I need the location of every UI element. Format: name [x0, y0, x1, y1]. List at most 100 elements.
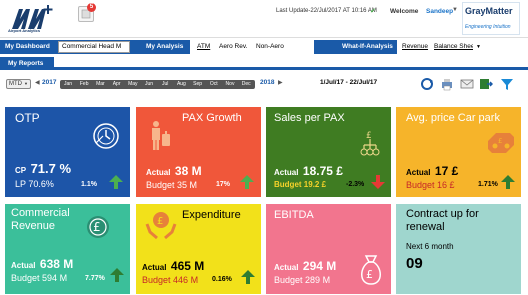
- budget-label: Budget: [274, 275, 303, 285]
- actual-label: Actual: [274, 168, 299, 177]
- month-sep[interactable]: Sep: [190, 80, 206, 89]
- lp-value: 70.6%: [28, 179, 54, 189]
- timeline-next-icon[interactable]: ▶: [278, 79, 283, 86]
- month-may[interactable]: May: [125, 80, 141, 89]
- actual-value: 465 M: [170, 259, 205, 273]
- budget-row: Budget 19.2 £: [274, 180, 326, 189]
- budget-label: Budget: [142, 275, 171, 285]
- analysis-link-nonaero[interactable]: Non-Aero: [253, 41, 287, 53]
- month-slider[interactable]: Jan Feb Mar Apr May Jun Jul Aug Sep Oct Nov Dec: [60, 80, 255, 89]
- cp-label: CP: [15, 166, 27, 175]
- username[interactable]: Sandeep: [426, 8, 453, 15]
- month-jan[interactable]: Jan: [60, 80, 76, 89]
- tile-title-line2: renewal: [406, 221, 445, 233]
- budget-value: 35 M: [177, 180, 198, 190]
- cp-row: CP 71.7 %: [15, 160, 71, 178]
- budget-row: Budget 594 M: [11, 273, 67, 283]
- month-aug[interactable]: Aug: [173, 80, 189, 89]
- graymatter-logo: GrayMatter Engineering Intuition: [462, 2, 520, 35]
- timeline-bar: MTD ▼ ◀ 2017 Jan Feb Mar Apr May Jun Jul Aug Sep O…: [0, 74, 528, 94]
- month-mar[interactable]: Mar: [92, 80, 108, 89]
- budget-value: 446 M: [173, 275, 199, 285]
- check-icon: ✔: [370, 8, 376, 15]
- month-nov[interactable]: Nov: [222, 80, 238, 89]
- car-park-price-tile[interactable]: Avg. price Car park £ Actual 17 £ Budget…: [396, 107, 521, 197]
- export-icon[interactable]: [479, 77, 494, 91]
- month-jun[interactable]: Jun: [141, 80, 157, 89]
- actual-label: Actual: [274, 263, 299, 272]
- car-price-tag-icon: £: [486, 129, 516, 160]
- last-update-text: Last Update-22/Jul/2017 AT 10:16 AM: [276, 8, 377, 14]
- money-tree-icon: £: [356, 129, 384, 162]
- tile-title: PAX Growth: [182, 112, 242, 124]
- svg-text:£: £: [498, 137, 502, 145]
- ebitda-tile[interactable]: EBITDA Actual 294 M Budget 289 M £: [266, 204, 391, 294]
- timeline-prev-icon[interactable]: ◀: [35, 79, 40, 86]
- expenditure-tile[interactable]: Expenditure £ Actual 465 M Budget 446 M …: [136, 204, 261, 294]
- app-header: Airport Analytics 5 Last Update-22/Jul/2…: [0, 0, 528, 38]
- chevron-down-icon[interactable]: ▼: [452, 7, 458, 13]
- otp-tile[interactable]: OTP CP 71.7 % LP 70.6% 1.1%: [5, 107, 130, 197]
- logo-subtitle: Airport Analytics: [8, 28, 41, 33]
- commercial-revenue-tile[interactable]: Commercial Revenue £ Actual 638 M Budget…: [5, 204, 130, 294]
- budget-row: Budget 16 £: [406, 180, 455, 190]
- tile-title: Avg. price Car park: [406, 112, 500, 124]
- contract-renewal-tile[interactable]: Contract up for renewal Next 6 month 09: [396, 204, 521, 294]
- up-arrow-icon: [500, 174, 516, 190]
- budget-value: 16 £: [437, 180, 455, 190]
- month-apr[interactable]: Apr: [109, 80, 125, 89]
- actual-value: 18.75 £: [302, 164, 343, 178]
- actual-label: Actual: [142, 263, 167, 272]
- svg-text:£: £: [366, 131, 372, 141]
- actual-label: Actual: [11, 261, 36, 270]
- hands-pound-icon: £: [144, 208, 178, 247]
- timeline-start-year: 2017: [42, 79, 57, 86]
- what-if-dropdown-icon[interactable]: ▼: [473, 41, 484, 53]
- period-select-value: MTD: [9, 81, 22, 87]
- budget-label: Budget: [146, 180, 175, 190]
- comm-change: 7.77%: [85, 275, 105, 282]
- month-feb[interactable]: Feb: [76, 80, 92, 89]
- welcome-label: Welcome: [390, 8, 419, 15]
- up-arrow-icon: [239, 174, 255, 190]
- car-change: 1.71%: [478, 181, 498, 188]
- analysis-link-aero[interactable]: Aero Rev.: [216, 41, 251, 53]
- print-icon[interactable]: [440, 77, 454, 91]
- sales-per-pax-tile[interactable]: Sales per PAX £ Actual 18.75 £ Budget 19…: [266, 107, 391, 197]
- actual-value: 38 M: [174, 164, 202, 178]
- actual-label: Actual: [406, 168, 431, 177]
- pax-growth-tile[interactable]: PAX Growth Actual 38 M Budget 35 M 17%: [136, 107, 261, 197]
- pax-change: 17%: [216, 181, 231, 188]
- reports-nav: My Reports: [0, 57, 528, 70]
- dashboard-select-value: Commercial Head M: [62, 43, 122, 50]
- dashboard-select[interactable]: Commercial Head M: [58, 41, 130, 53]
- sales-change: -2.3%: [346, 181, 365, 188]
- svg-text:£: £: [366, 268, 373, 281]
- actual-value: 638 M: [39, 257, 74, 271]
- main-nav: My Dashboard Commercial Head M My Analys…: [0, 40, 528, 54]
- month-jul[interactable]: Jul: [157, 80, 173, 89]
- budget-row: Budget 35 M: [146, 180, 197, 190]
- email-icon[interactable]: [460, 77, 474, 91]
- refresh-icon[interactable]: [420, 77, 434, 91]
- lp-row: LP 70.6%: [15, 179, 54, 189]
- clock-icon: [91, 121, 121, 156]
- budget-value: 594 M: [42, 273, 68, 283]
- notification-count-badge: 5: [87, 3, 96, 12]
- down-arrow-icon: [370, 174, 386, 190]
- up-arrow-icon: [109, 267, 125, 283]
- month-oct[interactable]: Oct: [206, 80, 222, 89]
- my-analysis-label: My Analysis: [146, 43, 184, 50]
- month-dec[interactable]: Dec: [238, 80, 254, 89]
- what-if-link-revenue[interactable]: Revenue: [399, 41, 432, 53]
- budget-row: Budget 446 M: [142, 275, 198, 285]
- my-reports-tab[interactable]: My Reports: [0, 57, 54, 70]
- pound-coin-icon: £: [83, 212, 113, 247]
- filter-icon[interactable]: [500, 77, 514, 91]
- budget-value: 19.2 £: [303, 180, 327, 189]
- actual-label: Actual: [146, 168, 171, 177]
- tile-title-line1: Contract up for: [406, 208, 479, 220]
- tile-title: Sales per PAX: [274, 112, 345, 124]
- period-select[interactable]: MTD ▼: [6, 79, 31, 89]
- analysis-link-atm[interactable]: ATM: [194, 41, 214, 53]
